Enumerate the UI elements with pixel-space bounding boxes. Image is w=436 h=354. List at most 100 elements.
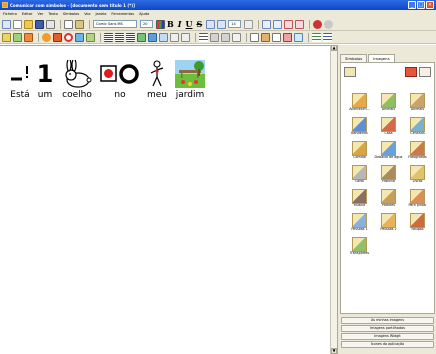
- layout-icon[interactable]: [137, 32, 146, 42]
- redo-icon[interactable]: [273, 19, 283, 29]
- menu-help[interactable]: Ajuda: [139, 12, 149, 16]
- category-item[interactable]: Animais: [403, 93, 432, 116]
- shared-images-button[interactable]: Imagens partilhadas: [341, 325, 434, 332]
- category-item[interactable]: Pessoas 1: [345, 213, 374, 236]
- symbol-word[interactable]: no: [98, 60, 142, 100]
- tab-symbols[interactable]: Símbolos: [340, 54, 368, 62]
- italic-button[interactable]: I: [178, 19, 182, 29]
- align-right-icon[interactable]: [126, 32, 135, 42]
- edit-image-icon[interactable]: [419, 67, 431, 77]
- menu-edit[interactable]: Editar: [22, 12, 33, 16]
- category-item[interactable]: Música: [345, 189, 374, 212]
- color-picker-icon[interactable]: [283, 32, 292, 42]
- menu-file[interactable]: Ficheiro: [3, 12, 17, 16]
- underline-button[interactable]: U: [186, 19, 193, 29]
- align-center-icon[interactable]: [115, 32, 124, 42]
- flag-icon[interactable]: [53, 32, 62, 42]
- category-item[interactable]: Padrões: [374, 189, 403, 212]
- record-icon[interactable]: [313, 19, 323, 29]
- symbol-size-select[interactable]: 14: [228, 20, 242, 28]
- category-item[interactable]: Para pintar: [403, 189, 432, 212]
- app-icons-button[interactable]: Ícones da aplicação: [341, 341, 434, 348]
- category-item[interactable]: História: [374, 165, 403, 188]
- spacing-icon[interactable]: [244, 19, 254, 29]
- person-icon[interactable]: [261, 32, 270, 42]
- new-document-icon[interactable]: [13, 19, 22, 29]
- menu-voice[interactable]: Voz: [84, 12, 90, 16]
- symbol-word[interactable]: Está: [8, 60, 32, 100]
- font-name-select[interactable]: Comic Sans MS: [93, 20, 137, 28]
- menu-symbols[interactable]: Símbolos: [63, 12, 79, 16]
- bold-button[interactable]: B: [167, 19, 174, 29]
- speaker-icon[interactable]: [170, 32, 179, 42]
- indent-icon[interactable]: [210, 32, 219, 42]
- category-item[interactable]: Transportes: [345, 237, 374, 260]
- new-window-icon[interactable]: [2, 19, 11, 29]
- menu-view[interactable]: Ver: [38, 12, 44, 16]
- align-left-icon[interactable]: [104, 32, 113, 42]
- category-item[interactable]: Fotografias: [403, 141, 432, 164]
- document-area[interactable]: Está 1 um coelho no meu jardim: [0, 45, 330, 354]
- symbol-word[interactable]: coelho: [58, 60, 96, 100]
- outdent-icon[interactable]: [221, 32, 230, 42]
- page-icon[interactable]: [232, 32, 241, 42]
- category-item[interactable]: Comida: [345, 141, 374, 164]
- text-grow-icon[interactable]: [206, 19, 216, 29]
- vertical-scrollbar[interactable]: ▲ ▼: [330, 45, 337, 354]
- text-list-icon[interactable]: [323, 32, 332, 42]
- picture-icon[interactable]: [75, 32, 84, 42]
- paste-icon[interactable]: [75, 19, 84, 29]
- shape-icon[interactable]: [294, 32, 303, 42]
- category-item[interactable]: Acontecim...: [345, 93, 374, 116]
- folder-up-icon[interactable]: [344, 67, 356, 77]
- list-icon[interactable]: [199, 32, 208, 42]
- category-item[interactable]: Geral: [345, 165, 374, 188]
- category-item[interactable]: Casa: [374, 117, 403, 140]
- category-item[interactable]: Animais: [374, 93, 403, 116]
- strike-button[interactable]: S: [197, 19, 203, 29]
- grid-icon[interactable]: [86, 32, 95, 42]
- maximize-button[interactable]: □: [417, 1, 425, 9]
- tab-images[interactable]: Imagens: [368, 54, 395, 62]
- menu-text[interactable]: Texto: [48, 12, 57, 16]
- text-shrink-icon[interactable]: [217, 19, 227, 29]
- copy-icon[interactable]: [64, 19, 73, 29]
- table-icon[interactable]: [148, 32, 157, 42]
- window-title: Comunicar com símbolos - [documento sem …: [10, 2, 135, 8]
- category-item[interactable]: Pessoas 2: [374, 213, 403, 236]
- image-folder-icon[interactable]: [405, 67, 417, 77]
- category-item[interactable]: Livros: [403, 165, 432, 188]
- edit-pencil-icon[interactable]: [2, 32, 11, 42]
- font-size-select[interactable]: 20: [140, 20, 153, 28]
- my-images-button[interactable]: As minhas imagens: [341, 317, 434, 324]
- close-button[interactable]: ×: [426, 1, 434, 9]
- symbol-word[interactable]: 1 um: [34, 60, 56, 100]
- category-item[interactable]: Cenários: [403, 117, 432, 140]
- line-icon[interactable]: [272, 32, 281, 42]
- symbol-list-icon[interactable]: [312, 32, 321, 42]
- symbol-word[interactable]: meu: [144, 60, 170, 100]
- columns-icon[interactable]: [159, 32, 168, 42]
- symbol-tools-icon[interactable]: [24, 32, 33, 42]
- forward-icon[interactable]: [295, 19, 305, 29]
- menu-window[interactable]: Janela: [95, 12, 106, 16]
- menu-tools[interactable]: Ferramentas: [111, 12, 134, 16]
- emoji-icon[interactable]: [42, 32, 51, 42]
- category-item[interactable]: Debaixo de água: [374, 141, 403, 164]
- spell-check-icon[interactable]: [13, 32, 22, 42]
- category-item[interactable]: Bandeiras: [345, 117, 374, 140]
- save-icon[interactable]: [35, 19, 44, 29]
- colour-icon[interactable]: [156, 19, 165, 29]
- print-icon[interactable]: [46, 19, 55, 29]
- speech-icon[interactable]: [181, 32, 190, 42]
- open-folder-icon[interactable]: [24, 19, 33, 29]
- category-item[interactable]: Roupas: [403, 213, 432, 236]
- symbol-word[interactable]: jardim: [172, 60, 208, 100]
- back-icon[interactable]: [284, 19, 294, 29]
- minimize-button[interactable]: _: [408, 1, 416, 9]
- circle-icon[interactable]: [64, 32, 73, 42]
- symbol-icon[interactable]: [250, 32, 259, 42]
- widgit-images-button[interactable]: Imagens Widgit: [341, 333, 434, 340]
- undo-icon[interactable]: [262, 19, 272, 29]
- stop-icon[interactable]: [324, 19, 334, 29]
